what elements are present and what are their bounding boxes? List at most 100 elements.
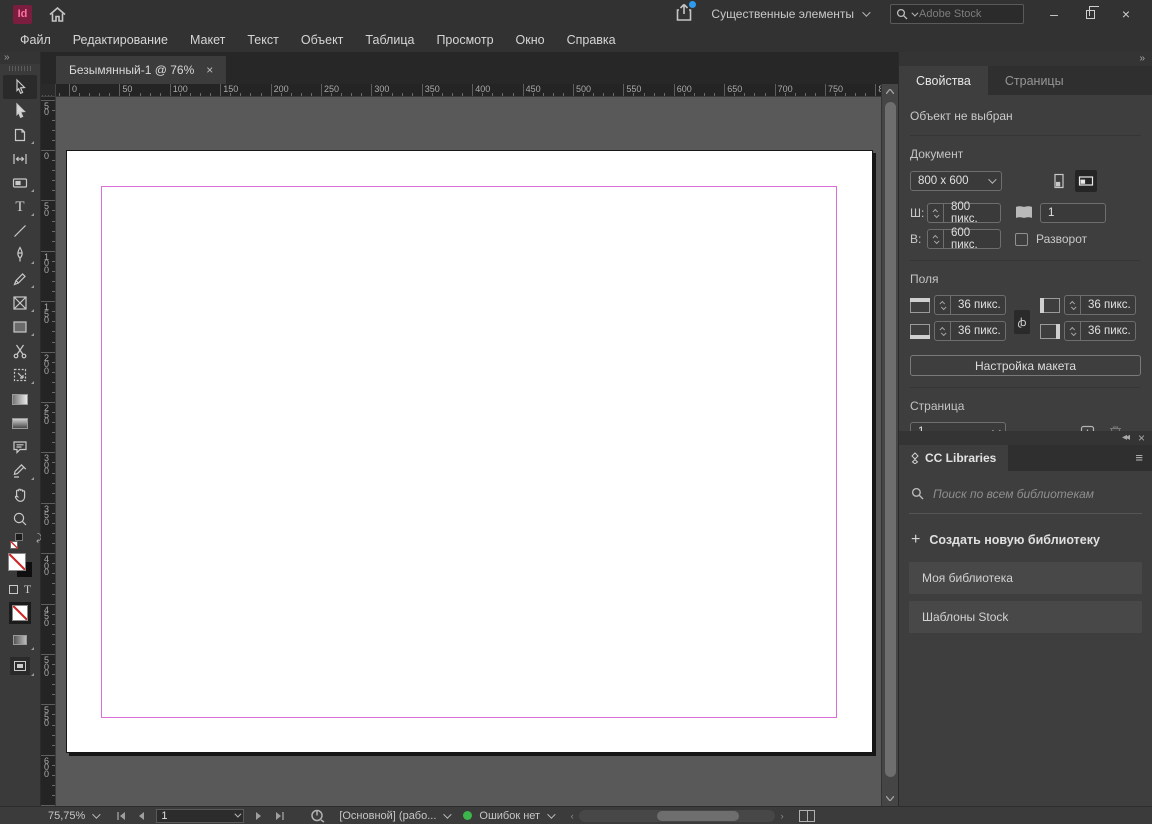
layer-indicator[interactable]: [Основной] (рабо... bbox=[339, 810, 453, 822]
menu-item-9[interactable]: Справка bbox=[556, 33, 627, 47]
portrait-icon[interactable] bbox=[1048, 170, 1070, 192]
menu-item-2[interactable]: Редактирование bbox=[62, 33, 179, 47]
margin-left-field[interactable]: 36 пикс. bbox=[1064, 295, 1136, 315]
selection-tool[interactable] bbox=[3, 75, 37, 99]
first-page-icon[interactable] bbox=[112, 808, 130, 823]
pencil-tool[interactable] bbox=[3, 267, 37, 291]
scroll-right-icon[interactable]: › bbox=[775, 808, 789, 823]
line-tool[interactable] bbox=[3, 219, 37, 243]
height-stepper[interactable] bbox=[928, 230, 944, 248]
close-tab-icon[interactable]: × bbox=[206, 63, 213, 77]
gap-tool[interactable] bbox=[3, 147, 37, 171]
pages-count-field[interactable]: 1 bbox=[1040, 203, 1106, 223]
next-page-icon[interactable] bbox=[250, 808, 268, 823]
menu-item-6[interactable]: Таблица bbox=[354, 33, 425, 47]
preflight-icon[interactable] bbox=[310, 809, 325, 823]
screen-mode-button[interactable] bbox=[3, 653, 37, 679]
height-field[interactable]: 600 пикс. bbox=[927, 227, 1001, 251]
horizontal-scrollbar[interactable]: ‹ › bbox=[565, 808, 789, 823]
width-field[interactable]: 800 пикс. bbox=[927, 201, 1001, 225]
library-item[interactable]: Моя библиотека bbox=[909, 561, 1142, 594]
scroll-down-icon[interactable] bbox=[882, 791, 899, 806]
tools-grip[interactable] bbox=[9, 66, 31, 71]
library-item[interactable]: Шаблоны Stock bbox=[909, 600, 1142, 633]
free-transform-tool[interactable] bbox=[3, 363, 37, 387]
note-tool[interactable] bbox=[3, 435, 37, 459]
preflight-status[interactable]: Ошибок нет bbox=[463, 810, 556, 822]
prev-page-icon[interactable] bbox=[132, 808, 150, 823]
zoom-tool[interactable] bbox=[3, 507, 37, 531]
tab-properties[interactable]: Свойства bbox=[899, 66, 988, 95]
page-tool[interactable] bbox=[3, 123, 37, 147]
width-stepper[interactable] bbox=[928, 204, 944, 222]
ruler-tick bbox=[734, 93, 736, 96]
tools-collapse-button[interactable]: » bbox=[0, 52, 40, 64]
stroke-swatch[interactable] bbox=[3, 599, 37, 627]
menu-item-5[interactable]: Объект bbox=[290, 33, 355, 47]
restore-button[interactable] bbox=[1080, 4, 1100, 24]
rectangle-tool[interactable] bbox=[3, 315, 37, 339]
landscape-icon[interactable] bbox=[1075, 170, 1097, 192]
page-number-field[interactable]: 1 bbox=[156, 808, 245, 823]
margin-top-field[interactable]: 36 пикс. bbox=[934, 295, 1006, 315]
margin-left-icon bbox=[1040, 297, 1060, 313]
menu-item-4[interactable]: Текст bbox=[236, 33, 289, 47]
margin-bottom-field[interactable]: 36 пикс. bbox=[934, 321, 1006, 341]
split-view-icon[interactable] bbox=[799, 809, 816, 822]
panel-close-icon[interactable]: × bbox=[1138, 431, 1145, 445]
fill-swatch[interactable] bbox=[3, 551, 37, 579]
scroll-left-icon[interactable]: ‹ bbox=[565, 808, 579, 823]
panel-collapse-button[interactable]: » bbox=[899, 52, 1152, 66]
scroll-up-icon[interactable] bbox=[882, 84, 899, 99]
scissors-tool[interactable] bbox=[3, 339, 37, 363]
tools-panel: » T ⤸ T bbox=[0, 52, 42, 806]
cc-menu-icon[interactable]: ≡ bbox=[1135, 445, 1152, 471]
cc-search-input[interactable]: Поиск по всем библиотекам bbox=[909, 471, 1142, 514]
zoom-level-select[interactable]: 75,75% bbox=[48, 810, 101, 822]
pen-tool[interactable] bbox=[3, 243, 37, 267]
swap-fill-stroke-icon[interactable]: ⤸ bbox=[3, 531, 42, 551]
document-tab[interactable]: Безымянный-1 @ 76% × bbox=[56, 56, 227, 84]
menu-item-3[interactable]: Макет bbox=[179, 33, 236, 47]
horizontal-scroll-track[interactable] bbox=[579, 809, 776, 822]
home-icon[interactable] bbox=[49, 6, 66, 22]
stock-search-input[interactable]: Adobe Stock bbox=[890, 4, 1024, 24]
page[interactable] bbox=[66, 150, 873, 753]
content-collector-tool[interactable] bbox=[3, 171, 37, 195]
tab-pages[interactable]: Страницы bbox=[988, 66, 1081, 95]
gradient-swatch-tool[interactable] bbox=[3, 387, 37, 411]
pasteboard[interactable] bbox=[56, 97, 881, 806]
vertical-ruler[interactable]: 5005010015020025030035040045050055060065… bbox=[41, 97, 56, 806]
ruler-tick bbox=[361, 93, 363, 96]
tab-cc-libraries[interactable]: CC Libraries bbox=[899, 444, 1009, 471]
panel-collapse-left-icon[interactable]: ◂◂ bbox=[1122, 432, 1130, 443]
margin-right-field[interactable]: 36 пикс. bbox=[1064, 321, 1136, 341]
close-button[interactable]: × bbox=[1116, 4, 1136, 24]
menu-item-1[interactable]: Файл bbox=[9, 33, 62, 47]
gradient-feather-tool[interactable] bbox=[3, 411, 37, 435]
last-page-icon[interactable] bbox=[270, 808, 288, 823]
apply-gradient-button[interactable] bbox=[3, 627, 37, 653]
create-library-button[interactable]: + Создать новую библиотеку bbox=[909, 514, 1142, 562]
type-tool[interactable]: T bbox=[3, 195, 37, 219]
adjust-layout-button[interactable]: Настройка макета bbox=[910, 355, 1141, 376]
hand-tool[interactable] bbox=[3, 483, 37, 507]
ruler-origin[interactable] bbox=[41, 84, 56, 97]
menu-item-8[interactable]: Окно bbox=[505, 33, 556, 47]
vertical-scroll-thumb[interactable] bbox=[884, 102, 896, 777]
page-size-select[interactable]: 800 x 600 bbox=[910, 171, 1002, 191]
minimize-button[interactable]: – bbox=[1044, 4, 1064, 24]
share-icon[interactable] bbox=[675, 1, 697, 25]
horizontal-ruler[interactable]: 0 50 100 150 200 250 300 350 400 450 500 550 600 650 7… bbox=[56, 84, 881, 97]
link-margins-icon[interactable]: ꞗ bbox=[1014, 310, 1030, 334]
vertical-scrollbar[interactable] bbox=[881, 84, 898, 806]
container-text-toggle[interactable]: T bbox=[3, 579, 37, 599]
horizontal-scroll-thumb[interactable] bbox=[657, 810, 740, 821]
menu-item-7[interactable]: Просмотр bbox=[425, 33, 504, 47]
frame-tool[interactable] bbox=[3, 291, 37, 315]
workspace-switcher[interactable]: Существенные элементы bbox=[711, 7, 871, 21]
direct-selection-tool[interactable] bbox=[3, 99, 37, 123]
facing-pages-checkbox[interactable] bbox=[1015, 232, 1028, 246]
eyedropper-tool[interactable] bbox=[3, 459, 37, 483]
page-select[interactable]: 1 bbox=[910, 422, 1006, 431]
